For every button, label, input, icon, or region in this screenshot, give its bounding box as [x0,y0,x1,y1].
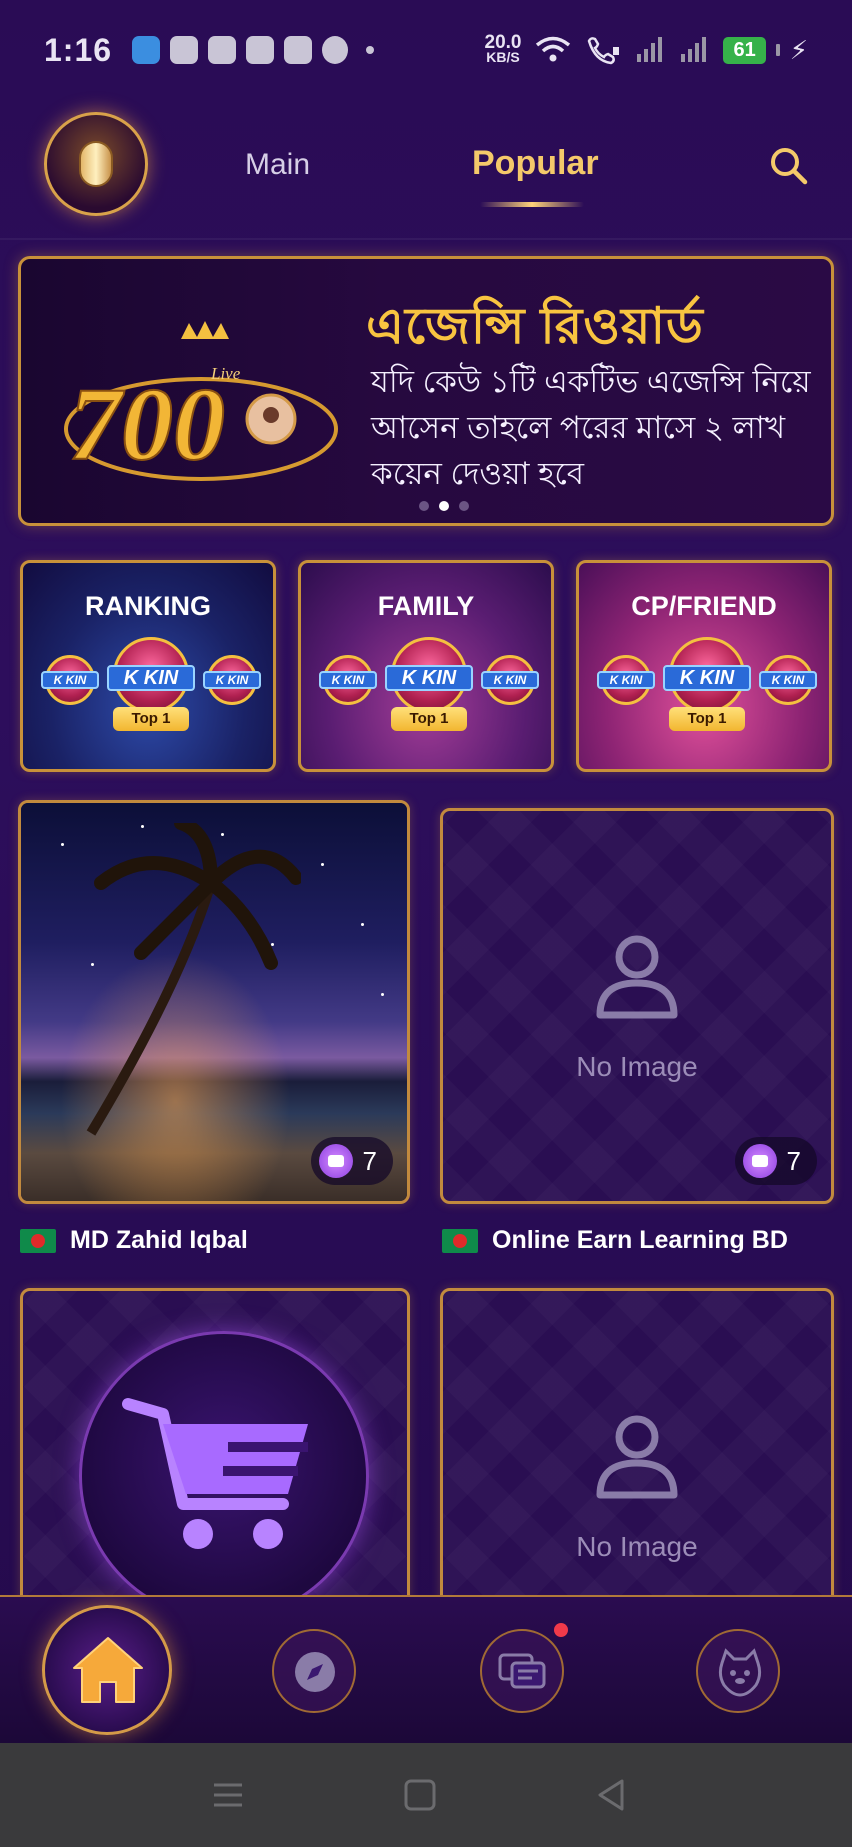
room-owner: Online Earn Learning BD [442,1226,788,1255]
user-placeholder-icon [596,1415,678,1499]
ranking-badges: K KIN K KIN K KIN Top 1 [23,635,273,755]
bottom-navigation [0,1595,852,1743]
svg-text:700: 700 [69,367,225,482]
messenger-icon [284,36,313,64]
room-card[interactable]: No Image 7 [440,808,834,1204]
room-owner-name: MD Zahid Iqbal [70,1226,248,1254]
wifi-call-icon [588,37,620,65]
category-title: CP/FRIEND [631,591,777,621]
status-bar: 1:16 20.0 KB/S 61 ⚡ [0,0,852,100]
nav-messages-button[interactable] [480,1629,564,1713]
more-notifications-icon [366,46,375,54]
bangladesh-flag-icon [20,1228,56,1253]
room-owner: MD Zahid Iqbal [20,1226,248,1255]
system-navigation-bar [0,1743,852,1847]
recent-apps-icon[interactable] [206,1773,250,1817]
messenger-icon [208,36,237,64]
tab-popular[interactable]: Popular [472,144,599,183]
signal-icon [637,37,663,62]
messenger-icon [170,36,199,64]
top-1-label: Top 1 [391,707,467,731]
chat-bubble-icon [322,36,349,64]
pagination-dot-active [439,501,449,511]
wifi-icon [536,36,571,62]
status-time: 1:16 [44,31,113,68]
notification-icons [132,36,375,64]
app-screen: 1:16 20.0 KB/S 61 ⚡ Main Popular Live 70… [0,0,852,1743]
agency-reward-banner[interactable]: Live 700 এজেন্সি রিওয়ার্ড যদি কেউ ১টি এ… [18,256,834,526]
charging-icon: ⚡ [789,34,808,65]
search-icon[interactable] [768,145,808,185]
no-image-label: No Image [576,1051,698,1082]
family-badges: K KIN K KIN K KIN Top 1 [301,635,551,755]
room-owner-name: Online Earn Learning BD [492,1226,788,1254]
telegram-icon [132,36,161,64]
back-icon[interactable] [590,1773,634,1817]
category-title: FAMILY [377,591,475,621]
active-tab-indicator [480,202,584,207]
room-card[interactable]: 7 [18,800,410,1204]
top-1-label: Top 1 [669,707,745,731]
home-system-icon[interactable] [398,1773,442,1817]
category-card-ranking[interactable]: RANKING K KIN K KIN K KIN Top 1 [20,560,276,772]
home-icon [73,1637,143,1703]
live-700-badge-graphic: Live 700 [64,321,338,483]
compass-icon [295,1652,335,1692]
nav-profile-button[interactable] [696,1629,780,1713]
banner-pagination [419,501,469,511]
category-card-family[interactable]: FAMILY K KIN K KIN K KIN Top 1 [298,560,554,772]
messenger-icon [246,36,275,64]
battery-level: 61 [723,36,781,64]
audience-icon [742,1144,777,1178]
tab-main[interactable]: Main [245,148,310,182]
top-1-label: Top 1 [113,707,189,731]
pagination-dot [419,501,429,511]
room-member-count: 7 [310,1137,393,1185]
no-image-label: No Image [576,1531,698,1562]
cp-friend-badges: K KIN K KIN K KIN Top 1 [579,635,829,755]
chat-icon [498,1653,546,1689]
audience-icon [318,1144,353,1178]
category-card-cp-friend[interactable]: CP/FRIEND K KIN K KIN K KIN Top 1 [576,560,832,772]
app-logo-microphone-icon[interactable] [44,112,148,216]
category-title: RANKING [85,591,211,621]
pagination-dot [459,501,469,511]
nav-explore-button[interactable] [272,1629,356,1713]
profile-icon [718,1648,762,1697]
signal-icon-2 [681,37,707,62]
unread-badge [554,1623,568,1637]
user-placeholder-icon [596,935,678,1019]
shopping-cart-icon [79,1331,369,1621]
room-member-count: 7 [734,1137,817,1185]
banner-description: যদি কেউ ১টি একটিভ এজেন্সি নিয়ে আসেন তাহ… [371,364,811,491]
status-right: 20.0 KB/S 61 ⚡ [484,32,809,66]
bangladesh-flag-icon [442,1228,478,1253]
network-speed: 20.0 KB/S [484,32,522,65]
top-header: Main Popular [0,100,852,240]
nav-home-button[interactable] [42,1605,172,1735]
